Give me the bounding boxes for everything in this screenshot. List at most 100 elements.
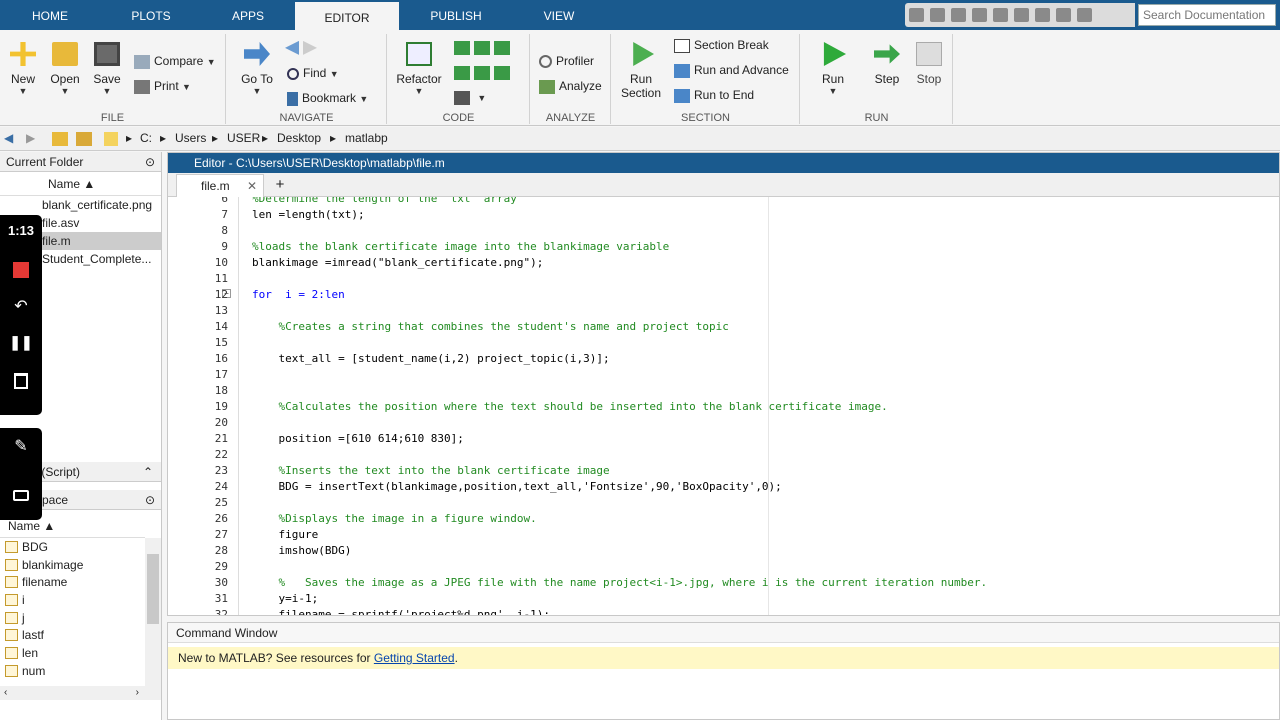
code-line[interactable]: % Saves the image as a JPEG file with th…: [252, 576, 987, 589]
help-icon[interactable]: [1056, 8, 1071, 22]
code-line[interactable]: position =[610 614;610 830];: [252, 432, 463, 445]
code-area[interactable]: − 6 %Determine the length of the 'txt' ar…: [168, 197, 1279, 615]
pause-icon[interactable]: ❚❚: [0, 334, 42, 351]
increase-indent-icon[interactable]: [494, 65, 510, 80]
run-and-advance-button[interactable]: Run and Advance: [674, 63, 789, 78]
compare-button[interactable]: Compare ▼: [134, 54, 216, 69]
breadcrumb-drive[interactable]: C:: [140, 131, 152, 145]
back-forward-buttons[interactable]: [285, 40, 321, 55]
scrollbar-thumb[interactable]: [147, 554, 159, 624]
code-line[interactable]: figure: [252, 528, 318, 541]
analyze-button[interactable]: Analyze: [539, 79, 602, 94]
print-button[interactable]: Print ▼: [134, 79, 191, 94]
code-line[interactable]: BDG = insertText(blankimage,position,tex…: [252, 480, 781, 493]
code-line[interactable]: %Determine the length of the 'txt' array: [252, 197, 517, 205]
code-line[interactable]: %Inserts the text into the blank certifi…: [252, 464, 609, 477]
workspace-var[interactable]: filename: [0, 573, 145, 591]
undo-icon[interactable]: ↶: [0, 296, 42, 316]
code-line[interactable]: text_all = [student_name(i,2) project_to…: [252, 352, 609, 365]
panel-menu-icon[interactable]: ⊙: [145, 490, 155, 510]
forward-arrow-icon[interactable]: [303, 40, 317, 55]
folder-column-name[interactable]: Name ▲: [0, 172, 161, 196]
back-arrow-icon[interactable]: [285, 40, 299, 55]
tab-publish[interactable]: PUBLISH: [400, 0, 512, 30]
code-line[interactable]: %Creates a string that combines the stud…: [252, 320, 728, 333]
uncomment-icon[interactable]: [474, 40, 490, 55]
stop-button[interactable]: Stop: [909, 38, 949, 86]
workspace-scrollbar[interactable]: [145, 538, 161, 686]
collapse-icon[interactable]: [1077, 8, 1092, 22]
back-icon[interactable]: ◀: [4, 131, 13, 145]
decrease-indent-icon[interactable]: [474, 65, 490, 80]
workspace-var[interactable]: lastf: [0, 626, 145, 644]
horizontal-scrollbar[interactable]: ‹ ›: [0, 686, 161, 700]
wrap-comments-icon[interactable]: [494, 40, 510, 55]
section-break-button[interactable]: Section Break: [674, 38, 769, 53]
comment-icon[interactable]: [454, 40, 470, 55]
profiler-button[interactable]: Profiler: [539, 54, 594, 69]
file-item[interactable]: blank_certificate.png: [0, 196, 161, 214]
run-button[interactable]: Run ▼: [813, 38, 853, 96]
workspace-var[interactable]: i: [0, 591, 145, 609]
code-line[interactable]: y=i-1;: [252, 592, 318, 605]
code-line[interactable]: %Displays the image in a figure window.: [252, 512, 536, 525]
new-button[interactable]: New ▼: [6, 38, 40, 96]
redo-icon[interactable]: [1014, 8, 1029, 22]
code-line[interactable]: %loads the blank certificate image into …: [252, 240, 669, 253]
breadcrumb-users[interactable]: Users: [175, 131, 206, 145]
run-to-end-button[interactable]: Run to End: [674, 88, 754, 103]
code-line[interactable]: imshow(BDG): [252, 544, 351, 557]
forward-icon[interactable]: ▶: [26, 131, 35, 145]
trash-icon[interactable]: [14, 373, 28, 389]
cut-icon[interactable]: [930, 8, 945, 22]
chevron-up-icon[interactable]: ⌃: [143, 462, 153, 482]
close-icon[interactable]: ✕: [247, 175, 257, 197]
camera-icon[interactable]: [13, 490, 29, 501]
editor-panel: Editor - C:\Users\USER\Desktop\matlabp\f…: [167, 152, 1280, 616]
stop-recording-icon[interactable]: [13, 262, 29, 278]
code-line[interactable]: blankimage =imread("blank_certificate.pn…: [252, 256, 543, 269]
smart-indent-icon[interactable]: [454, 65, 470, 80]
breadcrumb-user[interactable]: USER: [227, 131, 260, 145]
tab-file-m[interactable]: file.m ✕: [176, 174, 264, 197]
browse-folder-icon[interactable]: [76, 132, 92, 146]
tab-home[interactable]: HOME: [0, 0, 100, 30]
step-button[interactable]: Step: [867, 38, 907, 86]
save-icon[interactable]: [909, 8, 924, 22]
tab-editor[interactable]: EDITOR: [295, 0, 399, 30]
code-line[interactable]: filename = sprintf('project%d.png', i-1)…: [252, 608, 550, 615]
paste-icon[interactable]: [972, 8, 987, 22]
insert-function-button[interactable]: ▼: [454, 90, 486, 105]
new-tab-button[interactable]: +: [268, 174, 292, 196]
getting-started-link[interactable]: Getting Started: [374, 651, 455, 665]
code-line[interactable]: len =length(txt);: [252, 208, 365, 221]
find-button[interactable]: Find ▼: [287, 66, 339, 80]
workspace-var[interactable]: blankimage: [0, 556, 145, 574]
workspace-var[interactable]: BDG: [0, 538, 145, 556]
workspace-var[interactable]: j: [0, 609, 145, 627]
panel-menu-icon[interactable]: ⊙: [145, 152, 155, 172]
tab-view[interactable]: VIEW: [512, 0, 606, 30]
up-folder-icon[interactable]: [52, 132, 68, 146]
run-section-button[interactable]: Run Section: [616, 38, 666, 100]
copy-icon[interactable]: [951, 8, 966, 22]
command-input[interactable]: [178, 673, 1268, 713]
pen-icon[interactable]: ✎: [0, 436, 42, 456]
refactor-button[interactable]: Refactor ▼: [394, 38, 444, 96]
workspace-var[interactable]: len: [0, 644, 145, 662]
open-button[interactable]: Open ▼: [47, 38, 83, 96]
undo-icon[interactable]: [993, 8, 1008, 22]
tab-plots[interactable]: PLOTS: [100, 0, 202, 30]
goto-button[interactable]: Go To ▼: [237, 38, 277, 96]
function-icon: [454, 90, 470, 105]
bookmark-button[interactable]: Bookmark ▼: [287, 91, 368, 106]
search-documentation-input[interactable]: Search Documentation: [1138, 4, 1276, 26]
code-line[interactable]: %Calculates the position where the text …: [252, 400, 887, 413]
tab-apps[interactable]: APPS: [202, 0, 294, 30]
save-button[interactable]: Save ▼: [90, 38, 124, 96]
workspace-var[interactable]: num: [0, 662, 145, 680]
breadcrumb-matlabp[interactable]: matlabp: [345, 131, 388, 145]
breadcrumb-desktop[interactable]: Desktop: [277, 131, 321, 145]
code-line[interactable]: for i = 2:len: [252, 288, 345, 301]
switch-windows-icon[interactable]: [1035, 8, 1050, 22]
